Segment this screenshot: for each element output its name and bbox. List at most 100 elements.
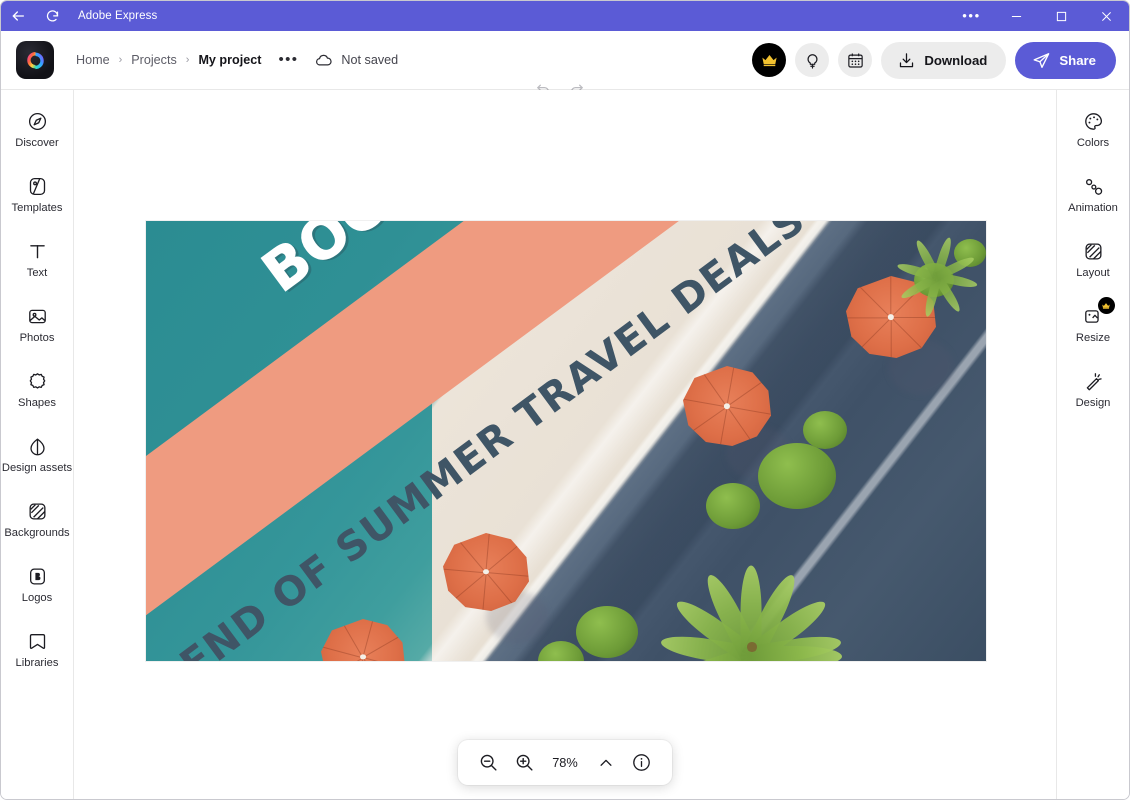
canvas-stage[interactable]: BOOK NOW! END OF SUMMER TRAVEL DEALS xyxy=(74,90,1056,799)
toolbar-actions: Download Share xyxy=(752,41,1116,79)
zoom-toolbar: 78% xyxy=(458,740,672,785)
logos-icon xyxy=(27,565,48,587)
right-sidebar: Colors Animation Layout Resize Design xyxy=(1056,90,1129,799)
zoom-in-icon xyxy=(516,754,533,771)
sidebar-item-label: Libraries xyxy=(15,657,59,669)
templates-icon xyxy=(27,175,48,197)
left-sidebar: Discover Templates Text Photos Shapes De… xyxy=(1,90,74,799)
sidebar-item-templates[interactable]: Templates xyxy=(3,168,72,220)
sidebar-item-label: Photos xyxy=(19,332,55,344)
sidebar-item-logos[interactable]: Logos xyxy=(3,558,72,610)
calendar-icon xyxy=(848,53,863,68)
premium-badge xyxy=(1097,297,1115,314)
sidebar-item-animation[interactable]: Animation xyxy=(1059,168,1128,220)
sidebar-item-label: Colors xyxy=(1076,137,1110,149)
sidebar-item-label: Text xyxy=(26,267,48,279)
breadcrumb: Home › Projects › My project xyxy=(71,50,266,70)
save-status: Not saved xyxy=(314,51,398,70)
sidebar-item-resize[interactable]: Resize xyxy=(1059,297,1128,350)
crown-icon xyxy=(762,54,777,66)
sidebar-item-text[interactable]: Text xyxy=(3,233,72,285)
sidebar-item-label: Shapes xyxy=(18,397,56,409)
canvas-info-button[interactable] xyxy=(626,747,657,778)
breadcrumb-separator: › xyxy=(185,54,190,66)
sync-button[interactable] xyxy=(35,1,69,31)
crown-icon xyxy=(1102,302,1110,309)
close-button[interactable] xyxy=(1084,1,1129,31)
minimize-button[interactable] xyxy=(994,1,1039,31)
sidebar-item-label: Resize xyxy=(1075,332,1111,344)
shapes-icon xyxy=(27,370,48,392)
sidebar-item-libraries[interactable]: Libraries xyxy=(3,623,72,675)
back-arrow-icon xyxy=(12,11,24,21)
cloud-icon xyxy=(316,54,333,65)
download-button[interactable]: Download xyxy=(881,41,1007,79)
titlebar-more-label: ••• xyxy=(962,8,981,23)
maximize-icon xyxy=(1056,11,1067,21)
workspace: Discover Templates Text Photos Shapes De… xyxy=(1,90,1129,799)
breadcrumb-item-current[interactable]: My project xyxy=(193,50,266,70)
express-logo-icon xyxy=(26,51,44,69)
sidebar-item-layout[interactable]: Layout xyxy=(1059,233,1128,285)
canvas-artwork: BOOK NOW! END OF SUMMER TRAVEL DEALS xyxy=(146,221,986,661)
sidebar-item-label: Logos xyxy=(21,592,53,604)
photo-icon xyxy=(27,305,48,327)
save-status-label: Not saved xyxy=(341,53,399,67)
sidebar-item-backgrounds[interactable]: Backgrounds xyxy=(3,493,72,545)
sidebar-item-label: Backgrounds xyxy=(4,527,70,539)
adobe-express-window: Adobe Express ••• Home › Projects › My p… xyxy=(0,0,1130,800)
design-assets-icon xyxy=(27,435,48,457)
breadcrumb-item-projects[interactable]: Projects xyxy=(126,50,182,70)
lightbulb-icon xyxy=(807,53,818,69)
zoom-out-icon xyxy=(480,754,497,771)
breadcrumb-item-home[interactable]: Home xyxy=(71,50,115,70)
premium-button[interactable] xyxy=(752,43,787,77)
send-icon xyxy=(1033,52,1050,68)
sidebar-item-design[interactable]: Design xyxy=(1059,363,1128,415)
layout-icon xyxy=(1083,240,1104,262)
sidebar-item-photos[interactable]: Photos xyxy=(3,298,72,350)
sidebar-item-label: Design xyxy=(1075,397,1111,409)
minimize-icon xyxy=(1011,15,1022,17)
titlebar-more-button[interactable]: ••• xyxy=(949,1,994,31)
sidebar-item-colors[interactable]: Colors xyxy=(1059,103,1128,155)
zoom-out-button[interactable] xyxy=(473,747,504,778)
window-controls: ••• xyxy=(949,1,1129,31)
sidebar-item-label: Design assets xyxy=(1,462,73,474)
magic-wand-icon xyxy=(1083,370,1104,392)
refresh-icon xyxy=(46,9,58,22)
compass-icon xyxy=(27,110,48,132)
design-canvas[interactable]: BOOK NOW! END OF SUMMER TRAVEL DEALS xyxy=(146,221,986,661)
title-bar: Adobe Express ••• xyxy=(1,1,1129,31)
animation-icon xyxy=(1083,175,1104,197)
close-icon xyxy=(1102,11,1111,21)
backgrounds-icon xyxy=(27,500,48,522)
back-button[interactable] xyxy=(1,1,35,31)
zoom-expand-button[interactable] xyxy=(590,747,621,778)
resize-icon xyxy=(1083,297,1115,327)
sidebar-item-shapes[interactable]: Shapes xyxy=(3,363,72,415)
libraries-icon xyxy=(27,630,48,652)
download-label: Download xyxy=(924,52,988,68)
palette-icon xyxy=(1083,110,1104,132)
sidebar-item-discover[interactable]: Discover xyxy=(3,103,72,155)
project-more-button[interactable]: ••• xyxy=(276,48,300,72)
info-icon xyxy=(633,754,650,771)
zoom-level-value[interactable]: 78% xyxy=(545,755,585,770)
breadcrumb-separator: › xyxy=(118,54,123,66)
adobe-express-logo[interactable] xyxy=(16,41,54,79)
sidebar-item-label: Templates xyxy=(11,202,63,214)
window-title: Adobe Express xyxy=(78,10,158,22)
sidebar-item-design-assets[interactable]: Design assets xyxy=(1,428,73,480)
maximize-button[interactable] xyxy=(1039,1,1084,31)
chevron-up-icon xyxy=(599,759,612,766)
share-label: Share xyxy=(1059,52,1096,68)
ideas-button[interactable] xyxy=(795,43,830,77)
zoom-in-button[interactable] xyxy=(509,747,540,778)
project-more-label: ••• xyxy=(278,51,299,68)
download-icon xyxy=(900,52,914,67)
share-button[interactable]: Share xyxy=(1015,41,1116,79)
schedule-button[interactable] xyxy=(838,43,873,77)
app-toolbar: Home › Projects › My project ••• Not sav… xyxy=(1,31,1129,96)
sidebar-item-label: Layout xyxy=(1076,267,1110,279)
